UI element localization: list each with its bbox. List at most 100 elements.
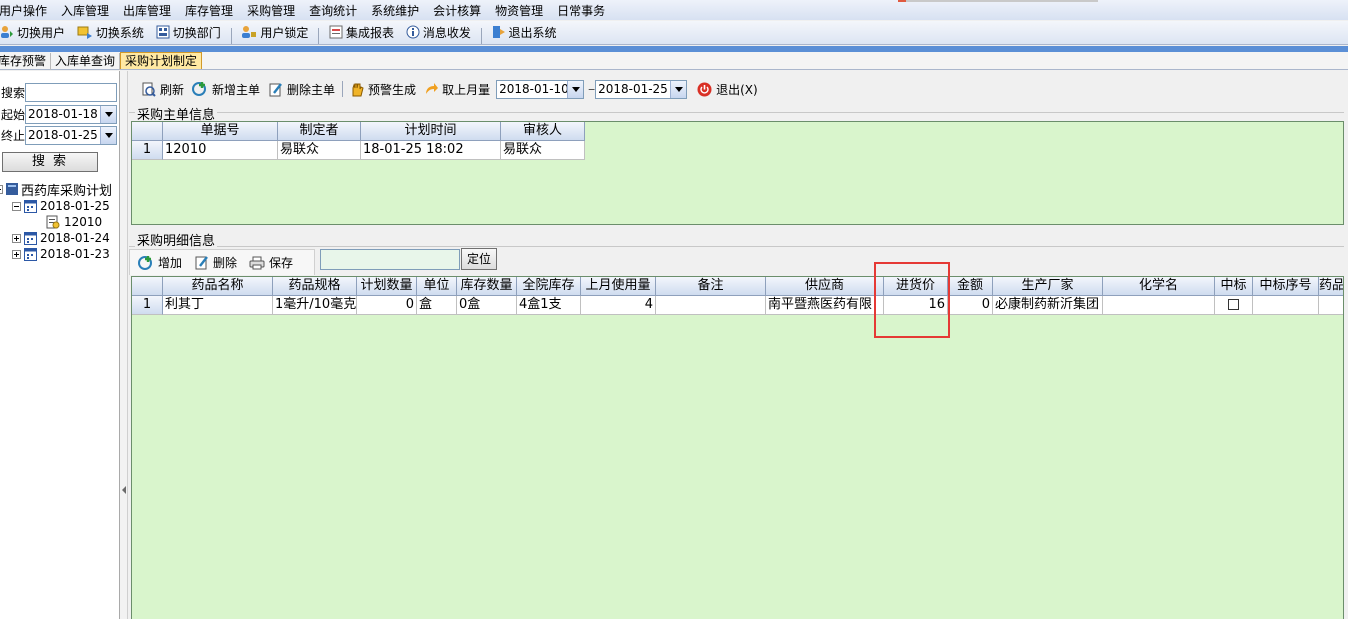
menu-daily[interactable]: 日常事务 — [550, 0, 612, 19]
collapse-icon[interactable] — [12, 201, 21, 211]
column-header[interactable]: 药品规格 — [273, 277, 357, 296]
column-header[interactable]: 单位 — [417, 277, 457, 296]
cell-amount[interactable]: 0 — [948, 296, 993, 315]
column-header[interactable]: 制定者 — [278, 122, 361, 141]
column-header[interactable]: 药品 — [1319, 277, 1343, 296]
switch-department-button[interactable]: 切换部门 — [152, 21, 225, 43]
cell-drug-extra[interactable] — [1319, 296, 1343, 315]
warning-generate-button[interactable]: 预警生成 — [346, 81, 420, 98]
panel-splitter[interactable] — [120, 71, 128, 619]
cell-chemical-name[interactable] — [1103, 296, 1215, 315]
message-button[interactable]: 消息收发 — [402, 21, 475, 43]
menu-materials[interactable]: 物资管理 — [488, 0, 550, 19]
new-master-button[interactable]: 新增主单 — [188, 81, 264, 98]
cell-reviewer[interactable]: 易联众 — [501, 141, 585, 160]
cell-bid-winner[interactable] — [1215, 296, 1253, 315]
user-lock-button[interactable]: 用户锁定 — [237, 21, 312, 43]
master-grid[interactable]: 单据号 制定者 计划时间 审核人 1 12010 易联众 18-01-25 18… — [131, 121, 1344, 225]
exit-button[interactable]: 退出(X) — [693, 81, 762, 98]
column-header[interactable]: 备注 — [656, 277, 766, 296]
menu-inventory[interactable]: 库存管理 — [178, 0, 240, 19]
cell-last-month-usage[interactable]: 4 — [581, 296, 656, 315]
cell-plan-time[interactable]: 18-01-25 18:02 — [361, 141, 501, 160]
column-header[interactable]: 中标 — [1215, 277, 1253, 296]
search-input[interactable] — [25, 82, 117, 102]
tab-purchase-plan[interactable]: 采购计划制定 — [120, 52, 203, 69]
menu-query[interactable]: 查询统计 — [302, 0, 364, 19]
tree-leaf-plan[interactable]: 12010 — [46, 214, 102, 230]
cell-remark[interactable] — [656, 296, 766, 315]
cell-plan-qty[interactable]: 0 — [357, 296, 417, 315]
tree-node-date[interactable]: 2018-01-25 — [12, 198, 110, 214]
tree-root[interactable]: 西药库采购计划 — [0, 181, 112, 199]
column-header[interactable]: 计划时间 — [361, 122, 501, 141]
column-header[interactable]: 审核人 — [501, 122, 585, 141]
menu-user-ops[interactable]: 用户操作 — [0, 0, 54, 19]
chevron-down-icon[interactable] — [100, 105, 116, 123]
cell-hospital-stock[interactable]: 4盒1支 — [517, 296, 581, 315]
cell-drug-spec[interactable]: 1毫升/10毫克 — [273, 296, 357, 315]
cell-supplier[interactable]: 南平暨燕医药有限 — [766, 296, 884, 315]
detail-grid[interactable]: 药品名称 药品规格 计划数量 单位 库存数量 全院库存 上月使用量 备注 供应商… — [131, 276, 1344, 619]
locate-input[interactable] — [320, 249, 460, 270]
chevron-down-icon[interactable] — [100, 126, 116, 144]
bid-checkbox[interactable] — [1228, 299, 1239, 310]
cell-drug-name[interactable]: 利其丁 — [163, 296, 273, 315]
collapse-arrow-icon[interactable] — [121, 483, 127, 497]
report-button[interactable]: 集成报表 — [325, 21, 398, 43]
column-header[interactable]: 单据号 — [163, 122, 278, 141]
column-header[interactable]: 药品名称 — [163, 277, 273, 296]
table-row[interactable]: 1 12010 易联众 18-01-25 18:02 易联众 — [132, 141, 585, 160]
menu-outbound[interactable]: 出库管理 — [116, 0, 178, 19]
cell-creator[interactable]: 易联众 — [278, 141, 361, 160]
cell-unit[interactable]: 盒 — [417, 296, 457, 315]
refresh-button[interactable]: 刷新 — [137, 81, 188, 98]
tree-node-date[interactable]: 2018-01-24 — [12, 230, 110, 246]
column-header[interactable]: 全院库存 — [517, 277, 581, 296]
column-header[interactable]: 生产厂家 — [993, 277, 1103, 296]
menu-accounting[interactable]: 会计核算 — [426, 0, 488, 19]
column-header[interactable]: 供应商 — [766, 277, 884, 296]
column-header[interactable]: 金额 — [948, 277, 993, 296]
save-button[interactable]: 保存 — [241, 254, 297, 271]
message-icon — [406, 25, 420, 39]
calendar-icon — [24, 231, 37, 245]
column-header[interactable]: 库存数量 — [457, 277, 517, 296]
switch-system-button[interactable]: 切换系统 — [73, 21, 148, 43]
tab-inbound-query[interactable]: 入库单查询 — [51, 53, 121, 70]
expand-icon[interactable] — [12, 233, 21, 243]
column-header[interactable]: 中标序号 — [1253, 277, 1319, 296]
column-header[interactable]: 上月使用量 — [581, 277, 656, 296]
chevron-down-icon[interactable] — [567, 80, 584, 98]
end-date-picker[interactable]: 2018-01-25 — [25, 125, 117, 145]
delete-master-button[interactable]: 删除主单 — [264, 81, 339, 98]
cell-doc-no[interactable]: 12010 — [163, 141, 278, 160]
table-row[interactable]: 1 利其丁 1毫升/10毫克 0 盒 0盒 4盒1支 4 南平暨燕医药有限 16… — [132, 296, 1343, 315]
column-header[interactable]: 计划数量 — [357, 277, 417, 296]
search-button[interactable]: 搜索 — [2, 152, 98, 172]
last-month-button[interactable]: 取上月量 — [420, 81, 494, 98]
menu-purchase[interactable]: 采购管理 — [240, 0, 302, 19]
cell-manufacturer[interactable]: 必康制药新沂集团 — [993, 296, 1103, 315]
cell-purchase-price[interactable]: 16 — [884, 296, 948, 315]
exit-system-button[interactable]: 退出系统 — [488, 21, 561, 43]
chevron-down-icon[interactable] — [670, 80, 687, 98]
cell-stock-qty[interactable]: 0盒 — [457, 296, 517, 315]
locate-button[interactable]: 定位 — [461, 248, 497, 270]
date-to-picker[interactable]: 2018-01-25 — [595, 79, 688, 99]
collapse-icon[interactable] — [0, 184, 3, 194]
tree-node-date[interactable]: 2018-01-23 — [12, 246, 110, 262]
menu-system[interactable]: 系统维护 — [364, 0, 426, 19]
add-row-button[interactable]: 增加 — [130, 254, 186, 271]
column-header[interactable]: 化学名 — [1103, 277, 1215, 296]
column-header[interactable]: 进货价 — [884, 277, 948, 296]
menu-inbound[interactable]: 入库管理 — [54, 0, 116, 19]
left-panel: 搜索: 起始: 2018-01-18 终止: 2018-01-25 搜索 西药库… — [0, 71, 120, 619]
start-date-picker[interactable]: 2018-01-18 — [25, 104, 117, 124]
expand-icon[interactable] — [12, 249, 21, 259]
cell-bid-number[interactable] — [1253, 296, 1319, 315]
date-from-picker[interactable]: 2018-01-10 — [496, 79, 585, 99]
delete-row-button[interactable]: 删除 — [186, 254, 241, 271]
tab-stock-warning[interactable]: 库存预警 — [0, 53, 52, 70]
switch-user-button[interactable]: 切换用户 — [0, 21, 69, 43]
